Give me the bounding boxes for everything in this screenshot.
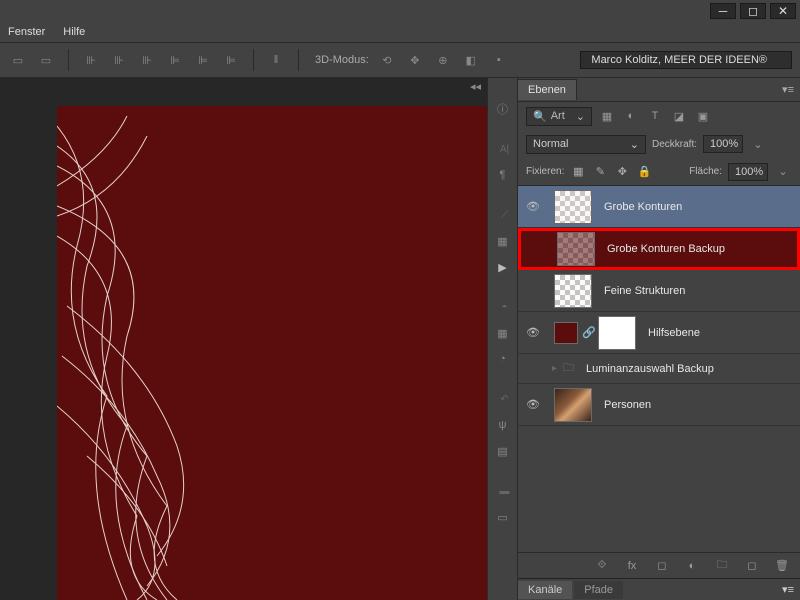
actions-icon[interactable]: ▶ bbox=[492, 256, 514, 278]
opacity-label: Deckkraft: bbox=[652, 139, 697, 150]
lock-transparent-icon[interactable]: ▦ bbox=[570, 164, 586, 180]
layer-row[interactable]: 👁 Grobe Konturen bbox=[518, 186, 800, 228]
mask-link-icon[interactable]: 🔗 bbox=[582, 326, 594, 339]
layers-icon[interactable]: ▦ bbox=[492, 230, 514, 252]
layer-thumbnail[interactable] bbox=[557, 232, 595, 266]
properties-icon[interactable]: ψ bbox=[492, 414, 514, 436]
pan-icon[interactable]: ✥ bbox=[405, 50, 425, 70]
tab-pfade[interactable]: Pfade bbox=[574, 581, 623, 599]
layers-bottom-bar: ⟐ fx ◻ ◐ 🗀 ◻ 🗑 bbox=[518, 552, 800, 578]
distribute-icon[interactable]: ⊫ bbox=[221, 50, 241, 70]
filter-type-icon[interactable]: T bbox=[646, 107, 664, 125]
distribute-icon[interactable]: ⊪ bbox=[137, 50, 157, 70]
maximize-button[interactable]: ◻ bbox=[740, 3, 766, 19]
minimize-button[interactable]: ─ bbox=[710, 3, 736, 19]
character-icon[interactable]: A| bbox=[494, 138, 516, 160]
filter-pixel-icon[interactable]: ▦ bbox=[598, 107, 616, 125]
document-canvas[interactable] bbox=[57, 106, 487, 600]
histogram-icon[interactable]: ▬ bbox=[494, 480, 516, 502]
layer-row[interactable]: 👁 🔗 Hilfsebene bbox=[518, 312, 800, 354]
adjustments-icon[interactable]: ◔ bbox=[492, 348, 514, 370]
filter-shape-icon[interactable]: ◪ bbox=[670, 107, 688, 125]
paragraph-icon[interactable]: ¶ bbox=[492, 164, 514, 186]
distribute-icon[interactable]: ⊫ bbox=[165, 50, 185, 70]
canvas-area: ◂◂ bbox=[0, 78, 487, 600]
filter-smart-icon[interactable]: ▣ bbox=[694, 107, 712, 125]
filter-adjust-icon[interactable]: ◐ bbox=[622, 107, 640, 125]
lock-position-icon[interactable]: ✥ bbox=[614, 164, 630, 180]
swatches-icon[interactable]: ◓ bbox=[494, 296, 516, 318]
options-bar: ▭ ▭ ⊪ ⊪ ⊪ ⊫ ⊫ ⊫ ‖ 3D-Modus: ⟲ ✥ ⊕ ◧ ▪ Ma… bbox=[0, 42, 800, 78]
layer-thumbnail[interactable] bbox=[554, 274, 592, 308]
panel-menu-icon[interactable]: ▾≡ bbox=[776, 583, 800, 596]
layer-mask-icon[interactable]: ◻ bbox=[652, 556, 672, 576]
menu-fenster[interactable]: Fenster bbox=[8, 26, 45, 38]
lock-label: Fixieren: bbox=[526, 166, 564, 177]
visibility-toggle[interactable]: 👁 bbox=[518, 200, 548, 213]
lock-pixels-icon[interactable]: ✎ bbox=[592, 164, 608, 180]
distribute-icon[interactable]: ⊪ bbox=[81, 50, 101, 70]
brush-icon[interactable]: ⟋ bbox=[494, 204, 516, 226]
layer-name[interactable]: Personen bbox=[604, 399, 794, 411]
delete-layer-icon[interactable]: 🗑 bbox=[772, 556, 792, 576]
styles-icon[interactable]: ▦ bbox=[492, 322, 514, 344]
collapsed-panel-strip: ⓘ A| ¶ ⟋ ▦ ▶ ◓ ▦ ◔ ↶ ψ ▤ ▬ ▭ bbox=[487, 78, 517, 600]
workspace-selector[interactable]: Marco Kolditz, MEER DER IDEEN® bbox=[580, 51, 792, 69]
new-layer-icon[interactable]: ◻ bbox=[742, 556, 762, 576]
layer-thumbnail[interactable] bbox=[554, 388, 592, 422]
link-layers-icon[interactable]: ⟐ bbox=[592, 556, 612, 576]
space-icon[interactable]: ‖ bbox=[266, 50, 286, 70]
layer-thumbnail[interactable] bbox=[554, 190, 592, 224]
opacity-input[interactable]: 100% bbox=[703, 135, 743, 153]
layer-effects-icon[interactable]: fx bbox=[622, 556, 642, 576]
layer-name[interactable]: Grobe Konturen Backup bbox=[607, 243, 791, 255]
history-icon[interactable]: ↶ bbox=[494, 388, 516, 410]
notes-icon[interactable]: ▤ bbox=[492, 440, 514, 462]
menubar: Fenster Hilfe bbox=[0, 22, 800, 42]
folder-icon: 🗀 bbox=[563, 359, 574, 378]
info-icon[interactable]: ⓘ bbox=[492, 98, 514, 120]
layer-thumbnail[interactable] bbox=[554, 322, 578, 344]
move-icon[interactable]: ⊕ bbox=[433, 50, 453, 70]
layer-name[interactable]: Grobe Konturen bbox=[604, 201, 794, 213]
opacity-dropdown-icon[interactable]: ⌄ bbox=[749, 135, 767, 153]
distribute-icon[interactable]: ⊪ bbox=[109, 50, 129, 70]
layer-row[interactable]: Feine Strukturen bbox=[518, 270, 800, 312]
new-group-icon[interactable]: 🗀 bbox=[712, 556, 732, 576]
align-icon[interactable]: ▭ bbox=[36, 50, 56, 70]
tab-ebenen[interactable]: Ebenen bbox=[518, 79, 577, 100]
adjustment-layer-icon[interactable]: ◐ bbox=[682, 556, 702, 576]
visibility-toggle[interactable]: 👁 bbox=[518, 326, 548, 339]
layer-name[interactable]: Feine Strukturen bbox=[604, 285, 794, 297]
align-icon[interactable]: ▭ bbox=[8, 50, 28, 70]
menu-hilfe[interactable]: Hilfe bbox=[63, 26, 85, 38]
layer-name[interactable]: Luminanzauswahl Backup bbox=[586, 363, 794, 375]
camera-icon[interactable]: ▪ bbox=[489, 50, 509, 70]
blend-mode-select[interactable]: Normal ⌄ bbox=[526, 135, 646, 154]
fill-dropdown-icon[interactable]: ⌄ bbox=[774, 163, 792, 181]
visibility-toggle[interactable]: 👁 bbox=[518, 398, 548, 411]
panel-menu-icon[interactable]: ▾≡ bbox=[776, 83, 800, 96]
layer-group-row[interactable]: ▸ 🗀 Luminanzauswahl Backup bbox=[518, 354, 800, 384]
mask-thumbnail[interactable] bbox=[598, 316, 636, 350]
collapse-icon[interactable]: ◂◂ bbox=[0, 80, 487, 94]
layers-panel: Ebenen ▾≡ 🔍 Art ⌄ ▦ ◐ T ◪ ▣ Normal ⌄ Dec… bbox=[517, 78, 800, 600]
fill-input[interactable]: 100% bbox=[728, 163, 768, 181]
layer-name[interactable]: Hilfsebene bbox=[648, 327, 794, 339]
distribute-icon[interactable]: ⊫ bbox=[193, 50, 213, 70]
scale-icon[interactable]: ◧ bbox=[461, 50, 481, 70]
group-expand-icon[interactable]: ▸ bbox=[552, 363, 557, 374]
tab-kanale[interactable]: Kanäle bbox=[518, 581, 572, 599]
lock-all-icon[interactable]: 🔒 bbox=[636, 164, 652, 180]
layer-row[interactable]: Grobe Konturen Backup bbox=[518, 228, 800, 270]
fill-label: Fläche: bbox=[689, 166, 722, 177]
orbit-icon[interactable]: ⟲ bbox=[377, 50, 397, 70]
layer-row[interactable]: 👁 Personen bbox=[518, 384, 800, 426]
layer-filter[interactable]: 🔍 Art ⌄ bbox=[526, 107, 592, 126]
mode-label: 3D-Modus: bbox=[315, 54, 369, 66]
navigator-icon[interactable]: ▭ bbox=[492, 506, 514, 528]
close-button[interactable]: ✕ bbox=[770, 3, 796, 19]
